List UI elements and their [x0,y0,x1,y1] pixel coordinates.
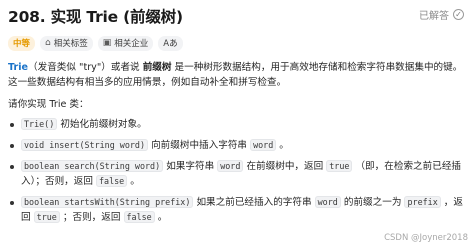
intro-text: 请你实现 Trie 类： [8,99,89,110]
check-circle-icon: ✓ [453,9,464,20]
description-text-a: （发音类似 "try"）或者说 [28,62,143,73]
code-snippet: true [326,160,353,172]
problem-title: 208. 实现 Trie (前缀树) [8,8,183,26]
item-text: 在前缀树中，返回 [243,161,327,172]
code-snippet: prefix [404,196,441,208]
item-text: 。 [276,140,289,151]
font-toggle-button[interactable]: Aあ [158,35,183,51]
item-text: 如果之前已经插入的字符串 [193,197,315,208]
difficulty-label: 中等 [13,39,31,49]
watermark: CSDN @Joyner2018 [384,233,468,243]
bullet-icon [10,123,14,127]
item-text: 向前缀树中插入字符串 [148,140,251,151]
code-snippet: boolean search(String word) [21,160,164,172]
tag-bar: 中等 ⌂ 相关标签 ▣ 相关企业 Aあ [8,35,183,51]
related-companies-button[interactable]: ▣ 相关企业 [97,35,154,51]
item-text: 如果字符串 [163,161,218,172]
font-toggle-label: Aあ [163,39,178,49]
bullet-icon [10,144,14,148]
list-item: void insert(String word) 向前缀树中插入字符串 word… [8,138,466,153]
tag-icon: ⌂ [45,37,51,48]
related-companies-label: 相关企业 [114,39,149,49]
bullet-icon [10,165,14,169]
description-paragraph: Trie（发音类似 "try"）或者说 前缀树 是一种树形数据结构，用于高效地存… [8,60,466,90]
solved-status: 已解答 ✓ [419,7,464,22]
code-snippet: word [250,139,277,151]
method-list: Trie() 初始化前缀树对象。 void insert(String word… [8,117,466,225]
list-item: Trie() 初始化前缀树对象。 [8,117,466,132]
item-text: 。 [154,212,168,223]
list-item: boolean startsWith(String prefix) 如果之前已经… [8,195,466,225]
bullet-icon [10,201,14,205]
item-text: 。 [127,176,140,187]
related-tags-button[interactable]: ⌂ 相关标签 [40,35,93,51]
difficulty-badge[interactable]: 中等 [8,35,36,51]
problem-header: 208. 实现 Trie (前缀树) 已解答 ✓ [8,5,466,27]
related-tags-label: 相关标签 [53,39,88,49]
code-snippet: true [33,211,60,223]
item-text: 初始化前缀树对象。 [57,119,147,130]
item-text: ；否则，返回 [59,212,124,223]
code-snippet: void insert(String word) [21,139,149,151]
trie-link[interactable]: Trie [8,62,28,73]
code-snippet: Trie() [21,118,58,130]
prefix-tree-term: 前缀树 [142,62,172,73]
problem-description: Trie（发音类似 "try"）或者说 前缀树 是一种树形数据结构，用于高效地存… [8,60,466,231]
code-snippet: false [123,211,155,223]
code-snippet: boolean startsWith(String prefix) [21,196,194,208]
code-snippet: word [314,196,341,208]
solved-label: 已解答 [419,11,449,22]
item-text: 的前缀之一为 [340,197,405,208]
code-snippet: false [96,175,128,187]
list-item: boolean search(String word) 如果字符串 word 在… [8,159,466,189]
lock-icon: ▣ [102,37,112,48]
code-snippet: word [217,160,244,172]
